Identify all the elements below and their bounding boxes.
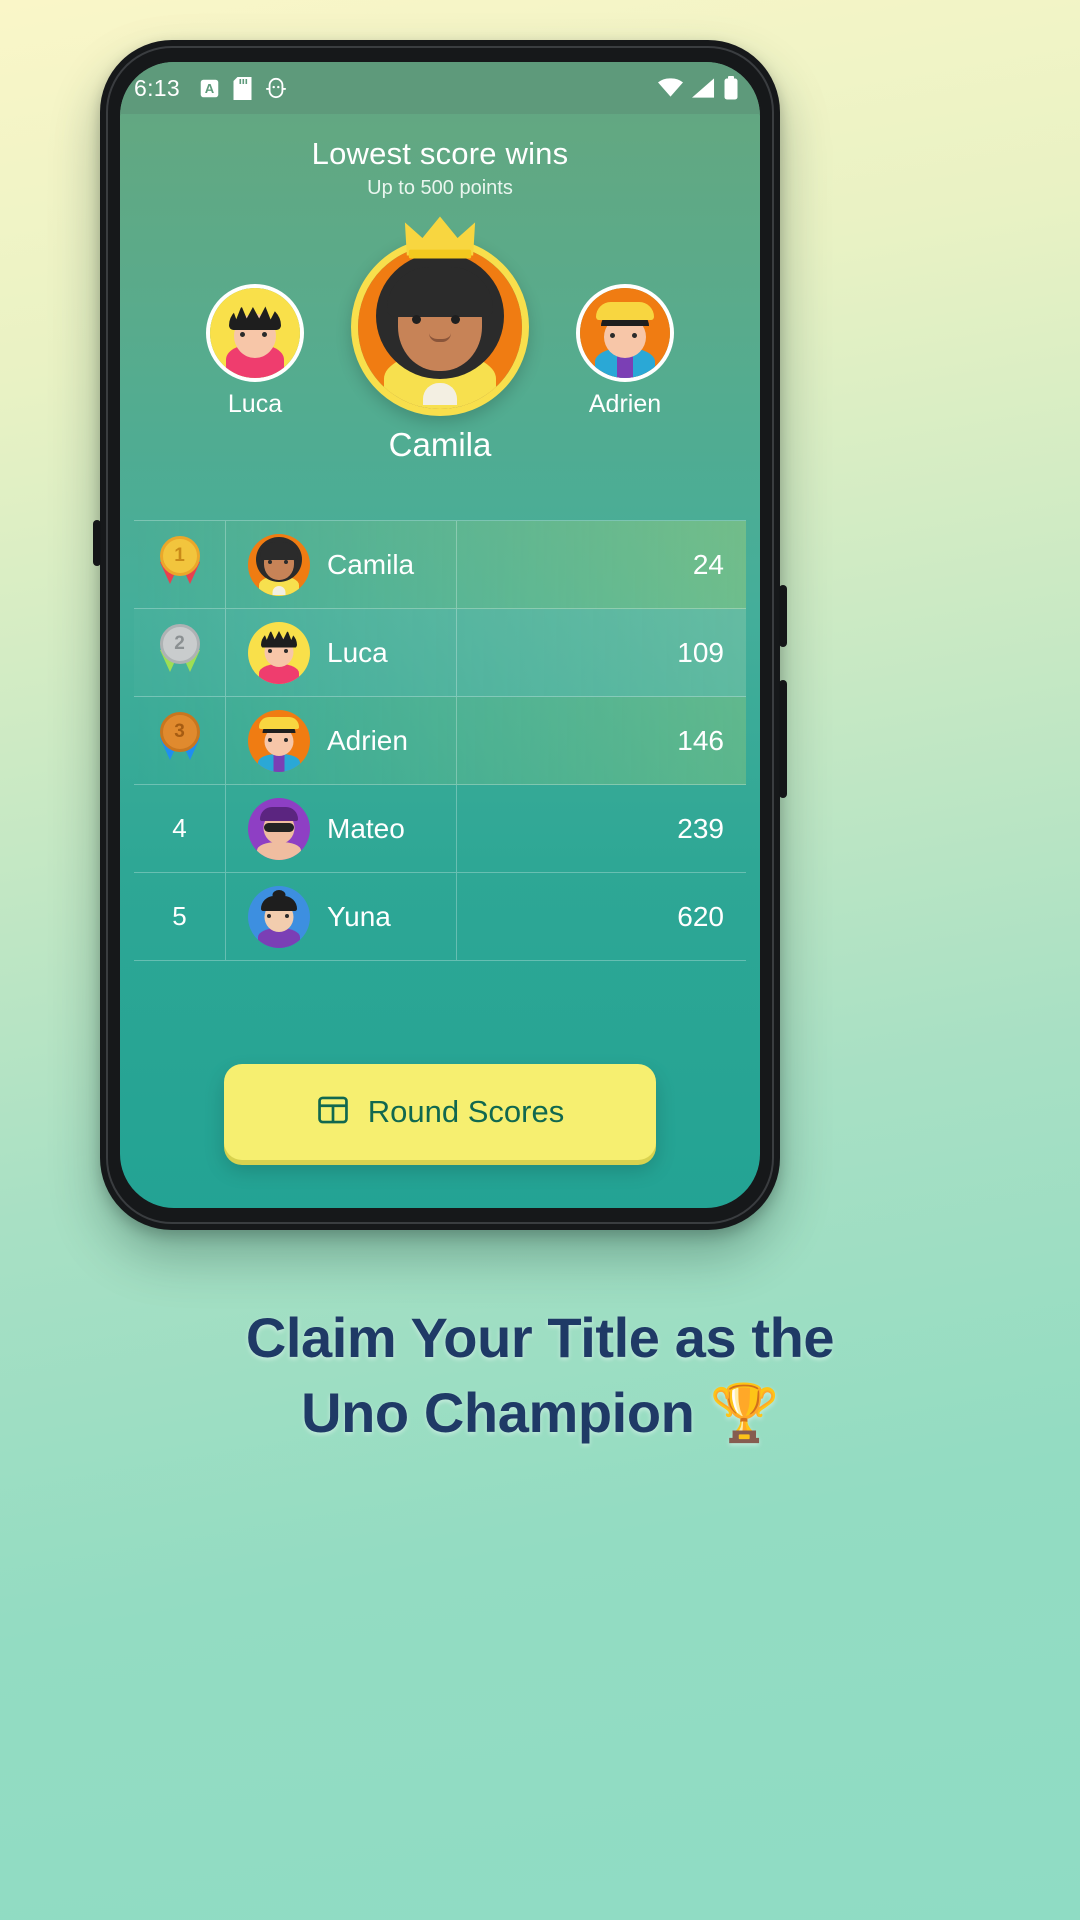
avatar [248, 885, 310, 948]
score-cell: 620 [456, 873, 746, 960]
rank-cell: 1 [134, 521, 226, 608]
rank-number: 5 [172, 901, 187, 931]
table-row[interactable]: 3 Adrien 146 [134, 697, 746, 785]
podium-player-first[interactable]: Camila [351, 216, 529, 464]
round-scores-button[interactable]: Round Scores [224, 1064, 656, 1160]
svg-text:A: A [205, 80, 215, 95]
game-header: Lowest score wins Up to 500 points [120, 114, 760, 206]
phone-volume-button[interactable] [779, 585, 787, 647]
podium-player-third[interactable]: Adrien [576, 284, 674, 419]
round-scores-label: Round Scores [367, 1094, 565, 1129]
status-clock: 6:13 [134, 74, 180, 101]
player-cell: Luca [226, 609, 456, 696]
avatar [248, 621, 310, 684]
table-row[interactable]: 1 Camila 24 [134, 521, 746, 609]
bronze-medal-icon: 3 [154, 711, 206, 770]
status-bar-right-icons [658, 76, 738, 100]
podium-player-name: Luca [227, 390, 283, 418]
player-name: Mateo [327, 812, 405, 844]
avatar [576, 284, 674, 382]
player-cell: Adrien [226, 697, 456, 784]
silver-medal-icon: 2 [154, 623, 206, 682]
caption-line-2: Uno Champion 🏆 [301, 1381, 779, 1445]
player-cell: Camila [226, 521, 456, 608]
score-cell: 239 [456, 785, 746, 872]
phone-screen: 6:13 A Lowest score wins Up to 500 point… [120, 62, 760, 1208]
wifi-icon [658, 78, 683, 98]
table-row[interactable]: 2 Luca 109 [134, 609, 746, 697]
silent-mode-icon: A [199, 78, 220, 99]
podium-player-second[interactable]: Luca [206, 284, 304, 419]
table-row[interactable]: 5 Yuna 620 [134, 873, 746, 961]
avatar [351, 238, 529, 416]
cellular-signal-icon [692, 78, 715, 98]
player-name: Yuna [327, 900, 391, 932]
player-name: Adrien [327, 724, 408, 756]
page-title: Lowest score wins [311, 136, 569, 171]
table-grid-icon [316, 1093, 350, 1132]
score-cell: 146 [456, 697, 746, 784]
page-subtitle: Up to 500 points [367, 177, 513, 199]
avatar [248, 797, 310, 860]
rank-cell: 5 [134, 873, 226, 960]
score-cell: 24 [456, 521, 746, 608]
promo-caption: Claim Your Title as the Uno Champion 🏆 [0, 1300, 1080, 1450]
phone-side-button-left[interactable] [93, 520, 101, 566]
score-cell: 109 [456, 609, 746, 696]
crown-icon [404, 216, 476, 259]
player-name: Camila [327, 548, 415, 580]
podium-player-name: Camila [388, 426, 492, 463]
phone-mockup: 6:13 A Lowest score wins Up to 500 point… [93, 40, 787, 1230]
podium-player-name: Adrien [588, 390, 662, 418]
table-row[interactable]: 4 Mateo 239 [134, 785, 746, 873]
podium: Luca Camila Adrien [120, 216, 760, 516]
leaderboard-table: 1 Camila 24 2 Luca 109 3 Adrien 146 4 Ma… [134, 520, 746, 961]
rank-cell: 4 [134, 785, 226, 872]
status-bar: 6:13 A [120, 62, 760, 114]
avatar [248, 533, 310, 596]
android-debug-icon [265, 77, 287, 99]
player-name: Luca [327, 636, 388, 668]
sd-card-icon [233, 76, 252, 100]
avatar [248, 709, 310, 772]
rank-number: 4 [172, 813, 187, 843]
caption-line-1: Claim Your Title as the [245, 1306, 835, 1369]
player-cell: Mateo [226, 785, 456, 872]
rank-cell: 3 [134, 697, 226, 784]
battery-icon [724, 76, 738, 100]
player-cell: Yuna [226, 873, 456, 960]
avatar [206, 284, 304, 382]
phone-power-button[interactable] [779, 680, 787, 798]
rank-cell: 2 [134, 609, 226, 696]
gold-medal-icon: 1 [154, 535, 206, 594]
